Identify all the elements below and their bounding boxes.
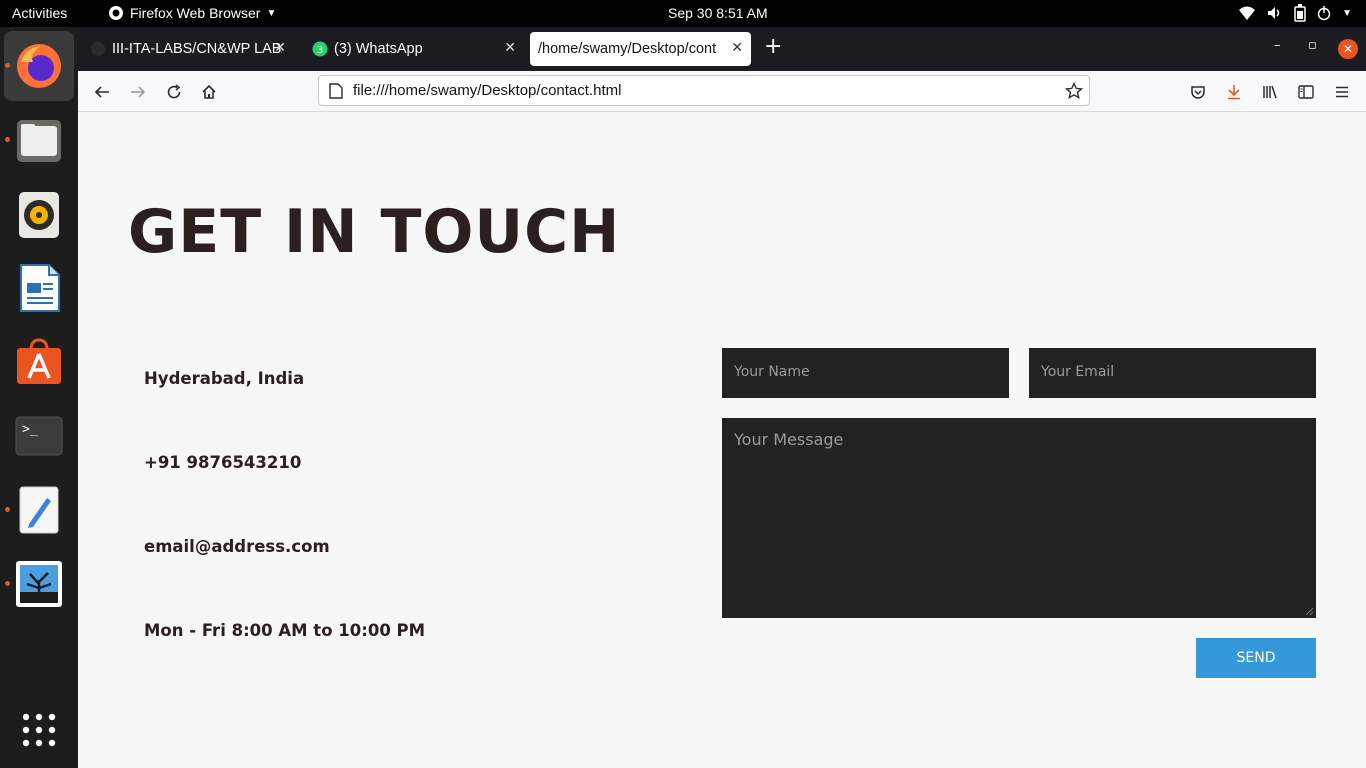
maximize-button[interactable]: ▫ [1308,38,1317,53]
tab-github[interactable]: III-ITA-LABS/CN&WP LAB/ ✕ [86,32,294,66]
arrow-left-icon [94,86,109,98]
app-menu-label: Firefox Web Browser [130,5,261,21]
email-input[interactable]: Your Email [1029,348,1316,398]
dock-image-viewer[interactable] [4,549,74,619]
minimize-button[interactable]: – [1274,38,1281,53]
chevron-down-icon: ▼ [1342,7,1352,19]
downloads-button[interactable] [1224,82,1244,102]
files-icon [17,120,61,162]
software-icon [17,338,61,384]
back-button[interactable] [92,82,112,102]
dock-terminal[interactable]: >_ [4,401,74,471]
name-placeholder: Your Name [734,364,810,380]
whatsapp-badge: 3 [317,45,323,56]
home-button[interactable] [199,82,219,102]
message-textarea[interactable]: Your Message [722,418,1316,618]
nav-bar: file:///home/swamy/Desktop/contact.html [78,71,1366,112]
resize-handle-icon[interactable] [1304,606,1314,616]
pocket-button[interactable] [1188,82,1208,102]
pocket-icon [1191,86,1205,99]
whatsapp-icon: 3 [312,41,328,57]
dock-software[interactable] [4,327,74,397]
url-text[interactable]: file:///home/swamy/Desktop/contact.html [353,82,621,99]
tab-contact[interactable]: /home/swamy/Desktop/cont ✕ [530,32,751,66]
show-apps-button[interactable] [22,713,56,751]
page-content: GET IN TOUCH Hyderabad, India +91 987654… [78,112,1366,768]
forward-button[interactable] [128,82,148,102]
running-indicator [5,507,10,512]
app-menu[interactable]: Firefox Web Browser ▼ [108,5,276,21]
tab-label: III-ITA-LABS/CN&WP LAB/ [112,41,282,57]
github-icon [91,42,105,56]
email-text: email@address.com [144,537,330,556]
dock-rhythmbox[interactable] [4,179,74,249]
sidebar-button[interactable] [1296,82,1316,102]
activities-button[interactable]: Activities [12,5,67,21]
arrow-right-icon [131,86,146,98]
terminal-icon: >_ [15,416,63,456]
url-bar[interactable]: file:///home/swamy/Desktop/contact.html [318,75,1090,106]
library-button[interactable] [1260,82,1280,102]
star-icon[interactable] [1065,82,1083,100]
firefox-icon [17,44,61,88]
system-tray[interactable]: ▼ [1238,4,1352,22]
close-icon[interactable]: ✕ [504,39,516,56]
svg-text:>_: >_ [22,422,38,437]
battery-icon [1294,4,1306,22]
tab-label: /home/swamy/Desktop/cont [538,41,717,57]
dock-firefox[interactable] [4,31,74,101]
reload-icon [167,84,181,99]
close-window-button[interactable]: ✕ [1338,39,1358,59]
page-title: GET IN TOUCH [128,197,621,267]
send-button[interactable]: SEND [1196,638,1316,678]
hamburger-icon [1336,86,1348,98]
text-editor-icon [19,486,59,534]
dock-files[interactable] [4,105,74,175]
download-icon [1228,85,1240,100]
running-indicator [5,63,10,68]
sidebar-icon [1298,85,1314,99]
close-icon[interactable]: ✕ [731,39,743,56]
writer-icon [20,264,60,312]
library-icon [1263,85,1277,99]
clock[interactable]: Sep 30 8:51 AM [668,5,768,21]
chevron-down-icon: ▼ [266,7,277,19]
address-text: Hyderabad, India [144,369,305,388]
message-placeholder: Your Message [734,430,844,449]
dock-text-editor[interactable] [4,475,74,545]
firefox-small-icon [109,6,123,20]
tab-label: (3) WhatsApp [334,41,423,57]
hours-text: Mon - Fri 8:00 AM to 10:00 PM [144,621,426,640]
volume-icon [1268,7,1280,19]
power-icon [1317,6,1331,21]
name-input[interactable]: Your Name [722,348,1009,398]
close-icon[interactable]: ✕ [274,39,286,56]
rhythmbox-icon [19,192,59,238]
phone-text: +91 9876543210 [144,453,302,472]
reload-button[interactable] [164,82,184,102]
page-icon [329,83,343,99]
wifi-icon [1239,6,1256,20]
new-tab-button[interactable]: + [764,36,782,58]
running-indicator [5,581,10,586]
tab-strip: III-ITA-LABS/CN&WP LAB/ ✕ 3 (3) WhatsApp… [78,27,1366,71]
email-placeholder: Your Email [1041,364,1115,380]
dock-writer[interactable] [4,253,74,323]
tab-whatsapp[interactable]: 3 (3) WhatsApp ✕ [308,32,524,66]
running-indicator [5,137,10,142]
menu-button[interactable] [1332,82,1352,102]
grid-icon [22,713,56,747]
top-bar: Activities Firefox Web Browser ▼ Sep 30 … [0,0,1366,27]
image-viewer-icon [16,561,62,607]
dock: >_ [0,27,78,768]
home-icon [202,84,216,99]
